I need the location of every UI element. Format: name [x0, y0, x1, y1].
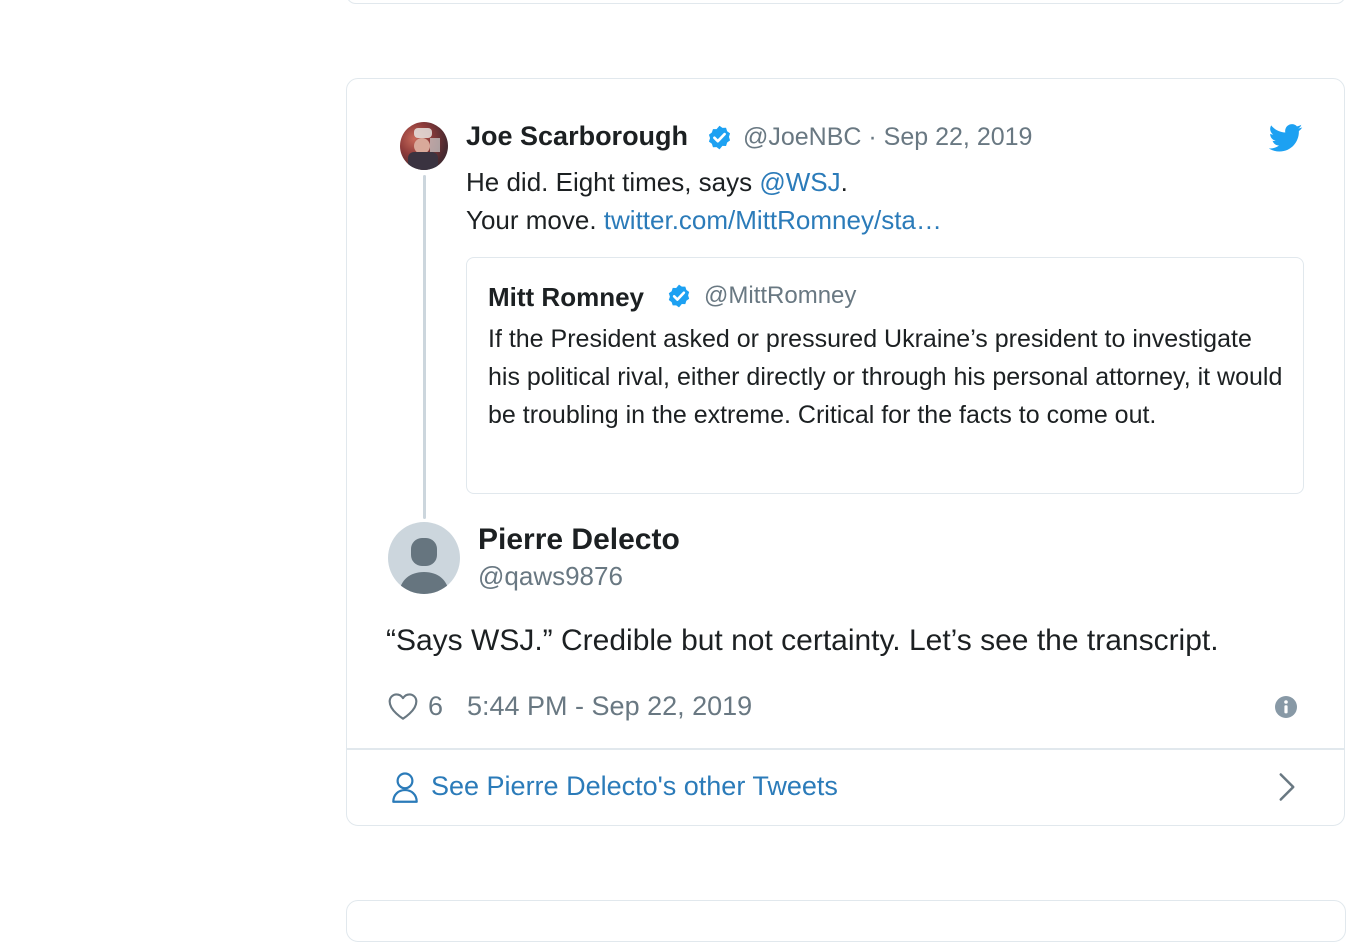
- parent-tweet-line-1: He did. Eight times, says @WSJ.: [466, 163, 942, 201]
- parent-tweet-line-2: Your move. twitter.com/MittRomney/sta…: [466, 201, 942, 239]
- chevron-right-icon[interactable]: [1276, 772, 1298, 802]
- tweet-timestamp-link[interactable]: 5:44 PM - Sep 22, 2019: [467, 691, 752, 722]
- reply-author-handle[interactable]: @qaws9876: [478, 561, 623, 592]
- joe-scarborough-avatar[interactable]: [400, 122, 448, 170]
- parent-tweet-text: He did. Eight times, says @WSJ. Your mov…: [466, 163, 942, 239]
- parent-handle-and-date[interactable]: @JoeNBC · Sep 22, 2019: [743, 123, 1032, 152]
- embedded-tweet-card: Joe Scarborough @JoeNBC · Sep 22, 2019 H…: [346, 78, 1345, 826]
- quoted-tweet-text: If the President asked or pressured Ukra…: [488, 325, 1283, 429]
- quoted-tweet-card[interactable]: Mitt Romney @MittRomney If the President…: [466, 257, 1304, 494]
- reply-author-name[interactable]: Pierre Delecto: [478, 523, 680, 557]
- verified-badge-icon: [708, 125, 731, 150]
- parent-text-period: .: [840, 167, 848, 197]
- quoted-tweet-url-link[interactable]: twitter.com/MittRomney/sta…: [604, 205, 942, 235]
- thread-connector-line: [423, 175, 426, 519]
- parent-text-segment-2: Your move.: [466, 205, 604, 235]
- person-icon: [392, 772, 418, 803]
- wsj-mention-link[interactable]: @WSJ: [759, 167, 840, 197]
- pierre-delecto-avatar[interactable]: [388, 522, 460, 594]
- info-icon[interactable]: [1274, 695, 1298, 719]
- heart-icon[interactable]: [387, 691, 419, 721]
- parent-author-name[interactable]: Joe Scarborough: [466, 121, 688, 152]
- quoted-author-name: Mitt Romney: [488, 282, 644, 312]
- quoted-author-handle: @MittRomney: [704, 282, 857, 309]
- next-embedded-tweet-card: [346, 900, 1346, 942]
- twitter-bird-icon[interactable]: [1269, 124, 1303, 152]
- previous-embedded-tweet-card: [346, 0, 1346, 4]
- like-count[interactable]: 6: [428, 691, 443, 722]
- parent-text-segment: He did. Eight times, says: [466, 167, 760, 197]
- see-other-tweets-link[interactable]: See Pierre Delecto's other Tweets: [431, 771, 838, 802]
- reply-tweet-text: “Says WSJ.” Credible but not certainty. …: [386, 624, 1219, 657]
- verified-badge-icon: [668, 284, 690, 308]
- footer-divider: [347, 748, 1344, 750]
